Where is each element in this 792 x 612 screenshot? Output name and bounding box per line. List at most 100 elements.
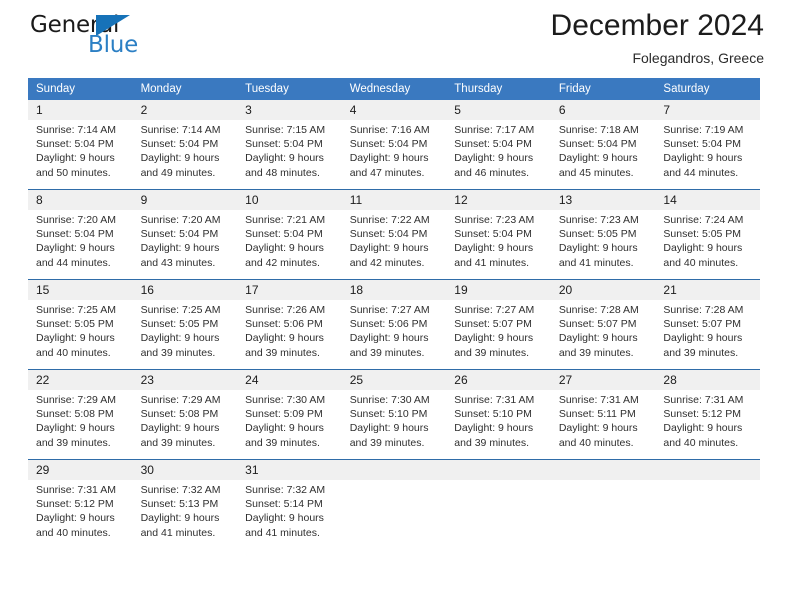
daylight-text-line1: Daylight: 9 hours xyxy=(36,332,115,345)
sunset-text: Sunset: 5:05 PM xyxy=(558,228,637,241)
daylight-text-line1: Daylight: 9 hours xyxy=(245,422,324,435)
sunrise-text: Sunrise: 7:25 AM xyxy=(36,304,116,316)
day-cell: Sunrise: 7:25 AM Sunset: 5:05 PM Dayligh… xyxy=(133,303,238,369)
sunset-text: Sunset: 5:04 PM xyxy=(454,138,532,151)
day-number[interactable]: 1 xyxy=(28,100,133,120)
day-number[interactable]: 31 xyxy=(237,460,342,480)
daylight-text-line1: Daylight: 9 hours xyxy=(36,512,115,525)
day-number[interactable]: 4 xyxy=(342,100,447,120)
day-number[interactable]: 29 xyxy=(28,460,133,480)
sunrise-text: Sunrise: 7:24 AM xyxy=(663,214,744,226)
day-number[interactable]: 11 xyxy=(342,190,447,210)
sunset-text: Sunset: 5:06 PM xyxy=(349,318,428,331)
day-number[interactable]: 3 xyxy=(237,100,342,120)
daylight-text-line2: and 39 minutes. xyxy=(140,346,216,359)
day-number[interactable]: 14 xyxy=(655,190,760,210)
day-cell: Sunrise: 7:31 AM Sunset: 5:10 PM Dayligh… xyxy=(446,393,551,459)
day-number-band: 1 2 3 4 5 6 7 xyxy=(28,100,760,120)
title-block: December 2024 Folegandros, Greece xyxy=(551,8,764,68)
sunset-text: Sunset: 5:04 PM xyxy=(140,228,219,241)
page-subtitle: Folegandros, Greece xyxy=(632,50,764,66)
daylight-text-line1: Daylight: 9 hours xyxy=(245,242,324,255)
day-number[interactable]: 6 xyxy=(551,100,656,120)
sunset-text: Sunset: 5:04 PM xyxy=(349,138,428,151)
day-cell: Sunrise: 7:21 AM Sunset: 5:04 PM Dayligh… xyxy=(237,213,342,279)
sunset-text: Sunset: 5:06 PM xyxy=(245,318,323,331)
day-number[interactable]: 20 xyxy=(551,280,656,300)
day-cell: Sunrise: 7:31 AM Sunset: 5:11 PM Dayligh… xyxy=(551,393,656,459)
daylight-text-line2: and 40 minutes. xyxy=(558,436,634,449)
day-number[interactable]: 9 xyxy=(133,190,238,210)
sunrise-text: Sunrise: 7:23 AM xyxy=(454,214,535,226)
day-number[interactable]: 15 xyxy=(28,280,133,300)
day-number[interactable]: 18 xyxy=(342,280,447,300)
sunrise-text: Sunrise: 7:29 AM xyxy=(140,394,221,406)
daylight-text-line1: Daylight: 9 hours xyxy=(140,422,220,435)
day-number[interactable]: 5 xyxy=(446,100,551,120)
daylight-text-line2: and 39 minutes. xyxy=(663,346,739,359)
day-number[interactable]: 27 xyxy=(551,370,656,390)
day-number[interactable]: 25 xyxy=(342,370,447,390)
day-info-row: Sunrise: 7:25 AM Sunset: 5:05 PM Dayligh… xyxy=(28,300,760,369)
day-number[interactable]: 10 xyxy=(237,190,342,210)
day-cell: Sunrise: 7:31 AM Sunset: 5:12 PM Dayligh… xyxy=(28,483,133,549)
weekday-monday: Monday xyxy=(140,83,182,95)
sunset-text: Sunset: 5:04 PM xyxy=(245,228,323,241)
sunrise-text: Sunrise: 7:23 AM xyxy=(558,214,639,226)
calendar-week-row: 29 30 31 Sunrise: 7:31 AM Sunset: 5:12 P… xyxy=(28,459,760,549)
sunrise-text: Sunrise: 7:31 AM xyxy=(558,394,639,406)
sunset-text: Sunset: 5:04 PM xyxy=(558,138,637,151)
sunset-text: Sunset: 5:10 PM xyxy=(454,408,532,421)
day-cell: Sunrise: 7:14 AM Sunset: 5:04 PM Dayligh… xyxy=(133,123,238,189)
day-cell: Sunrise: 7:29 AM Sunset: 5:08 PM Dayligh… xyxy=(28,393,133,459)
day-number[interactable]: 12 xyxy=(446,190,551,210)
daylight-text-line2: and 41 minutes. xyxy=(454,256,529,269)
daylight-text-line2: and 50 minutes. xyxy=(36,166,111,179)
sunset-text: Sunset: 5:07 PM xyxy=(663,318,742,331)
day-cell: Sunrise: 7:23 AM Sunset: 5:05 PM Dayligh… xyxy=(551,213,656,279)
day-number[interactable]: 22 xyxy=(28,370,133,390)
daylight-text-line2: and 42 minutes. xyxy=(245,256,320,269)
day-number-band: 8 9 10 11 12 13 14 xyxy=(28,190,760,210)
calendar-week-row: 1 2 3 4 5 6 7 Sunrise: 7:14 AM Sunset: 5… xyxy=(28,100,760,189)
day-number[interactable]: 28 xyxy=(655,370,760,390)
sunset-text: Sunset: 5:04 PM xyxy=(140,138,219,151)
day-number[interactable]: 16 xyxy=(133,280,238,300)
daylight-text-line1: Daylight: 9 hours xyxy=(245,512,324,525)
day-number[interactable]: 19 xyxy=(446,280,551,300)
day-number[interactable]: 21 xyxy=(655,280,760,300)
sunset-text: Sunset: 5:10 PM xyxy=(349,408,428,421)
day-cell: Sunrise: 7:20 AM Sunset: 5:04 PM Dayligh… xyxy=(133,213,238,279)
sunrise-text: Sunrise: 7:14 AM xyxy=(36,124,116,136)
sunset-text: Sunset: 5:04 PM xyxy=(349,228,428,241)
sunrise-text: Sunrise: 7:26 AM xyxy=(245,304,326,316)
sunrise-text: Sunrise: 7:27 AM xyxy=(454,304,535,316)
sunset-text: Sunset: 5:04 PM xyxy=(36,138,114,151)
sunset-text: Sunset: 5:05 PM xyxy=(140,318,219,331)
sunrise-text: Sunrise: 7:32 AM xyxy=(245,484,326,496)
day-number[interactable]: 26 xyxy=(446,370,551,390)
day-number[interactable]: 24 xyxy=(237,370,342,390)
daylight-text-line1: Daylight: 9 hours xyxy=(36,422,115,435)
day-number[interactable]: 8 xyxy=(28,190,133,210)
day-number[interactable]: 23 xyxy=(133,370,238,390)
brand-logo[interactable]: General Blue xyxy=(28,12,158,60)
sunrise-text: Sunrise: 7:27 AM xyxy=(349,304,430,316)
sunrise-text: Sunrise: 7:22 AM xyxy=(349,214,430,226)
sunset-text: Sunset: 5:04 PM xyxy=(245,138,323,151)
day-number[interactable]: 17 xyxy=(237,280,342,300)
daylight-text-line1: Daylight: 9 hours xyxy=(663,422,743,435)
day-number-band: 15 16 17 18 19 20 21 xyxy=(28,280,760,300)
day-number[interactable]: 30 xyxy=(133,460,238,480)
day-number[interactable]: 7 xyxy=(655,100,760,120)
day-number[interactable]: 13 xyxy=(551,190,656,210)
day-cell: Sunrise: 7:14 AM Sunset: 5:04 PM Dayligh… xyxy=(28,123,133,189)
sunrise-text: Sunrise: 7:31 AM xyxy=(454,394,535,406)
day-cell: Sunrise: 7:30 AM Sunset: 5:10 PM Dayligh… xyxy=(342,393,447,459)
sunrise-text: Sunrise: 7:32 AM xyxy=(140,484,221,496)
day-info-row: Sunrise: 7:31 AM Sunset: 5:12 PM Dayligh… xyxy=(28,480,760,549)
daylight-text-line1: Daylight: 9 hours xyxy=(663,332,743,345)
day-number[interactable]: 2 xyxy=(133,100,238,120)
sunrise-text: Sunrise: 7:15 AM xyxy=(245,124,326,136)
weekday-friday: Friday xyxy=(558,83,591,95)
